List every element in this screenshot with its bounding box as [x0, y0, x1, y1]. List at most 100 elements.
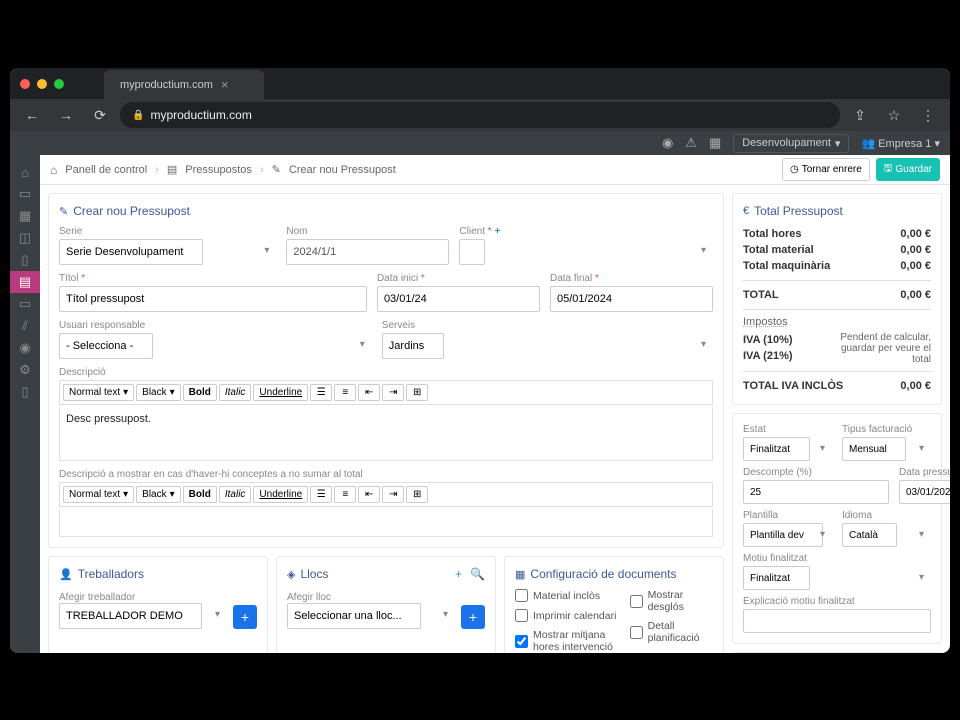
chk-planificacio[interactable]: Detall planificació [630, 620, 713, 644]
client-select[interactable] [459, 239, 485, 265]
browser-toolbar: ← → ⟳ 🔒 myproductium.com ⇪ ☆ ⋮ [10, 99, 950, 131]
breadcrumb: ⌂ Panell de control › ▤ Pressupostos › ✎… [40, 155, 950, 185]
bold-button-2[interactable]: Bold [183, 486, 217, 503]
location-icon[interactable]: ◉ [662, 135, 673, 151]
rail-archive-icon[interactable]: ▭ [10, 293, 40, 315]
warning-icon[interactable]: ⚠ [685, 135, 697, 151]
explicacio-textarea[interactable] [743, 609, 931, 633]
add-treballador-button[interactable]: + [233, 605, 257, 629]
chk-imprimir[interactable]: Imprimir calendari [515, 609, 622, 622]
rail-settings-icon[interactable]: ⚙ [10, 359, 40, 381]
rail-folder-icon[interactable]: ◫ [10, 227, 40, 249]
format-dropdown[interactable]: Normal text ▾ [63, 384, 134, 401]
environment-dropdown[interactable]: Desenvolupament ▾ [733, 134, 849, 153]
usuari-select[interactable]: - Selecciona - [59, 333, 153, 359]
rail-budget-icon[interactable]: ▤ [10, 271, 40, 293]
add-client-icon[interactable]: + [494, 226, 500, 237]
iva-note: Pendent de calcular, guardar per veure e… [831, 332, 931, 365]
titol-input[interactable] [59, 286, 367, 312]
chevron-down-icon: ▾ [835, 137, 841, 150]
search-lloc-icon[interactable]: 🔍 [470, 567, 485, 581]
editor-toolbar-2: Normal text ▾ Black ▾ Bold Italic Underl… [59, 482, 713, 507]
italic-button-2[interactable]: Italic [219, 486, 252, 503]
datapres-input[interactable] [899, 480, 950, 504]
serveis-select[interactable]: Jardins [382, 333, 444, 359]
crumb-home[interactable]: Panell de control [65, 164, 147, 176]
editor-toolbar: Normal text ▾ Black ▾ Bold Italic Underl… [59, 380, 713, 405]
format-dropdown-2[interactable]: Normal text ▾ [63, 486, 134, 503]
star-icon[interactable]: ☆ [880, 107, 908, 124]
rail-stats-icon[interactable]: ⫽ [10, 315, 40, 337]
nom-input [286, 239, 449, 265]
titol-label: Títol * [59, 273, 367, 284]
edit-icon: ✎ [272, 163, 281, 176]
reload-icon[interactable]: ⟳ [86, 107, 114, 124]
minimize-window-icon[interactable] [37, 79, 47, 89]
tipusfact-select[interactable]: Mensual [842, 437, 906, 461]
persones-card: ◆ Persones de contacte [732, 652, 942, 653]
descompte-input[interactable] [743, 480, 889, 504]
chk-mitjana[interactable]: Mostrar mitjana hores intervenció [515, 629, 622, 653]
indent-icon[interactable]: ⇥ [382, 384, 404, 401]
close-window-icon[interactable] [20, 79, 30, 89]
list-ul-icon-2[interactable]: ☰ [310, 486, 332, 503]
chk-desglos[interactable]: Mostrar desglós [630, 589, 713, 613]
estat-select[interactable]: Finalitzat [743, 437, 810, 461]
list-ol-icon[interactable]: ≡ [334, 384, 356, 401]
afegir-lloc-label: Afegir lloc [287, 592, 331, 603]
serveis-label: Serveis [382, 320, 713, 331]
plantilla-select[interactable]: Plantilla dev [743, 523, 823, 547]
table-icon-2[interactable]: ⊞ [406, 486, 428, 503]
maximize-window-icon[interactable] [54, 79, 64, 89]
table-icon[interactable]: ⊞ [406, 384, 428, 401]
grid-icon[interactable]: ▦ [709, 135, 721, 151]
chk-material[interactable]: Material inclòs [515, 589, 622, 602]
underline-button[interactable]: Underline [253, 384, 308, 401]
outdent-icon[interactable]: ⇤ [358, 384, 380, 401]
gear-icon: ▦ [515, 568, 525, 581]
window-controls[interactable] [20, 79, 64, 89]
italic-button[interactable]: Italic [219, 384, 252, 401]
list-ul-icon[interactable]: ☰ [310, 384, 332, 401]
bold-button[interactable]: Bold [183, 384, 217, 401]
descripcio2-editor[interactable] [59, 509, 713, 537]
color-dropdown[interactable]: Black ▾ [136, 384, 180, 401]
list-ol-icon-2[interactable]: ≡ [334, 486, 356, 503]
save-button[interactable]: 🖫 Guardar [876, 158, 940, 181]
indent-icon-2[interactable]: ⇥ [382, 486, 404, 503]
rail-user-icon[interactable]: ◉ [10, 337, 40, 359]
serie-select[interactable]: Serie Desenvolupament [59, 239, 203, 265]
treballador-select[interactable]: TREBALLADOR DEMO [59, 603, 202, 629]
share-icon[interactable]: ⇪ [846, 107, 874, 124]
back-icon[interactable]: ← [18, 107, 46, 123]
descripcio-editor[interactable]: Desc pressupost. [59, 407, 713, 461]
idioma-select[interactable]: Català [842, 523, 897, 547]
home-icon[interactable]: ⌂ [50, 163, 57, 177]
address-bar[interactable]: 🔒 myproductium.com [120, 102, 840, 128]
rail-calendar-icon[interactable]: ▦ [10, 205, 40, 227]
lloc-select[interactable]: Seleccionar una lloc... [287, 603, 421, 629]
outdent-icon-2[interactable]: ⇤ [358, 486, 380, 503]
euro-icon: € [743, 205, 749, 217]
add-lloc-icon[interactable]: + [455, 567, 462, 581]
rail-doc-icon[interactable]: ▭ [10, 183, 40, 205]
treballadors-card: 👤Treballadors Afegir treballador TREBALL… [48, 556, 268, 653]
browser-tab[interactable]: myproductium.com × [104, 70, 264, 99]
rail-dashboard-icon[interactable]: ⌂ [10, 161, 40, 183]
person-icon: 👤 [59, 568, 73, 581]
config-card: ▦Configuració de documents Material incl… [504, 556, 724, 653]
color-dropdown-2[interactable]: Black ▾ [136, 486, 180, 503]
close-tab-icon[interactable]: × [221, 77, 229, 92]
forward-icon[interactable]: → [52, 107, 80, 123]
underline-button-2[interactable]: Underline [253, 486, 308, 503]
menu-icon[interactable]: ⋮ [914, 107, 942, 124]
back-button[interactable]: ◷ Tornar enrere [782, 158, 870, 181]
crumb-l1[interactable]: Pressupostos [185, 164, 252, 176]
rail-briefcase-icon[interactable]: ▯ [10, 249, 40, 271]
motiu-select[interactable]: Finalitzat [743, 566, 810, 590]
rail-page-icon[interactable]: ▯ [10, 381, 40, 403]
data-inici-input[interactable] [377, 286, 540, 312]
user-menu[interactable]: 👥 Empresa 1 ▾ [861, 137, 940, 150]
data-final-input[interactable] [550, 286, 713, 312]
add-lloc-button[interactable]: + [461, 605, 485, 629]
